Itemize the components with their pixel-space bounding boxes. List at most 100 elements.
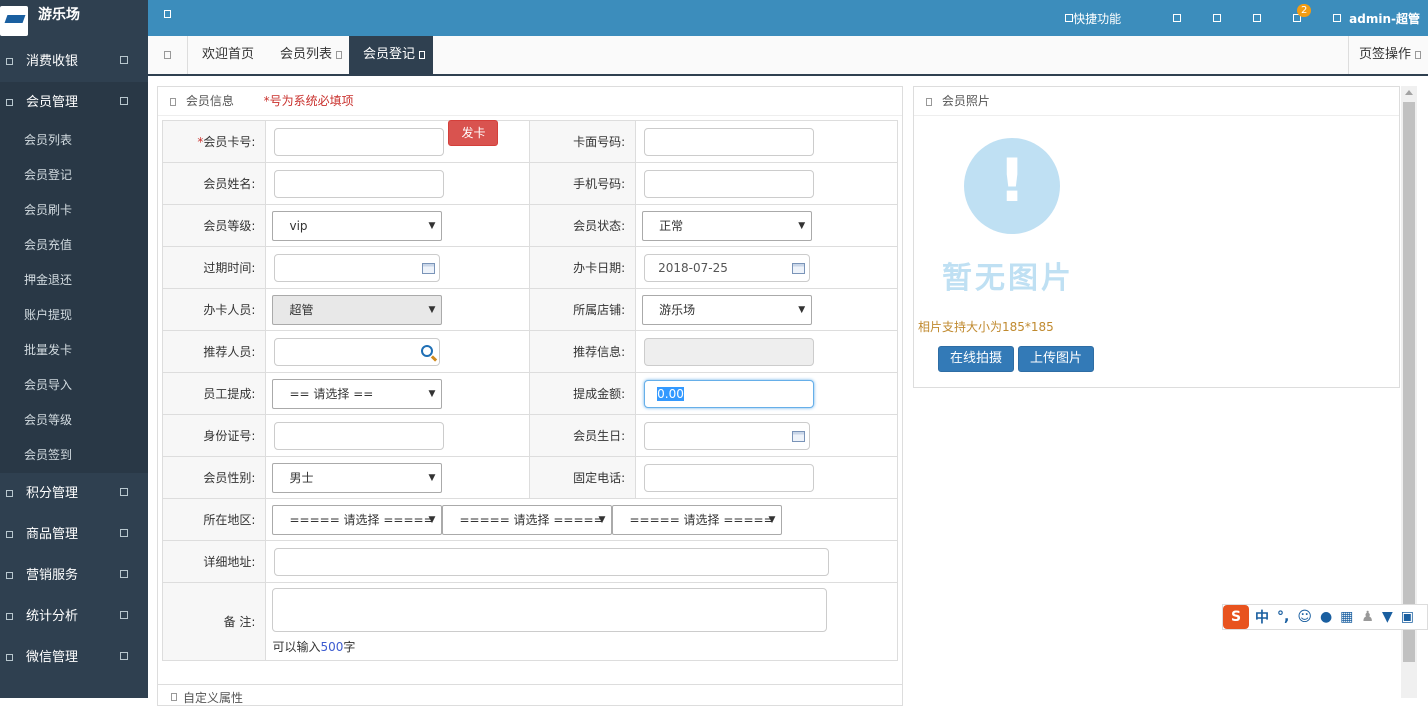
ime-toolbar: S 中 °, ☺ ● ▦ ♟ ▼ ▣ [1222, 604, 1428, 630]
search-icon[interactable] [421, 344, 434, 357]
tab-label: 会员列表 [280, 47, 333, 62]
birthday-label: 会员生日: [529, 414, 637, 457]
sidebar-item-stats[interactable]: 统计分析 [0, 596, 148, 637]
close-icon[interactable] [336, 50, 343, 59]
sidebar-item-label: 会员管理 [26, 95, 79, 110]
tab-member-list[interactable]: 会员列表 [266, 36, 349, 74]
face-no-input[interactable] [644, 127, 815, 156]
submenu-item-member-list[interactable]: 会员列表 [0, 123, 148, 158]
sidebar-item-member-mgmt[interactable]: 会员管理 [0, 82, 148, 123]
status-label: 会员状态: [529, 204, 637, 247]
sidebar-item-wechat[interactable]: 微信管理 [0, 637, 148, 678]
tab-welcome[interactable]: 欢迎首页 [188, 36, 266, 74]
submenu-item-checkin[interactable]: 会员签到 [0, 438, 148, 473]
submenu-item-levels[interactable]: 会员等级 [0, 403, 148, 438]
birthday-input[interactable] [644, 421, 811, 450]
address-input[interactable] [274, 547, 830, 576]
hint-count: 500 [320, 640, 344, 654]
province-select[interactable]: ===== 请选择 ===== [272, 504, 443, 535]
emoji-icon[interactable]: ☺ [1297, 609, 1312, 625]
panel-header: 会员信息 *号为系统必填项 [158, 87, 902, 116]
user-name[interactable]: admin-超管 [1349, 10, 1420, 27]
sidebar-item-marketing[interactable]: 营销服务 [0, 555, 148, 596]
message-icon[interactable] [1213, 14, 1222, 22]
submenu-item-batch-issue[interactable]: 批量发卡 [0, 333, 148, 368]
level-select[interactable]: vip [272, 210, 443, 241]
commission-amount-input[interactable]: 0.00 [644, 379, 815, 408]
backward-icon [164, 51, 171, 59]
district-select[interactable]: ===== 请选择 ===== [612, 504, 783, 535]
scroll-thumb[interactable] [1403, 102, 1415, 662]
gender-label: 会员性别: [161, 456, 267, 499]
tab-member-register[interactable]: 会员登记 [349, 36, 433, 74]
phone-input[interactable] [644, 169, 815, 198]
menu-icon [6, 531, 13, 538]
no-image-placeholder: ! 暂无图片 [934, 133, 1094, 298]
issue-card-button[interactable]: 发卡 [448, 119, 499, 146]
fullscreen-icon[interactable] [1173, 14, 1182, 22]
sidebar-item-cashier[interactable]: 消费收银 [0, 41, 148, 82]
ref-info-label: 推荐信息: [529, 330, 637, 373]
submenu-item-deposit-refund[interactable]: 押金退还 [0, 263, 148, 298]
sidebar-item-label: 统计分析 [26, 609, 79, 624]
menu-toggle-icon[interactable] [164, 10, 171, 18]
lock-icon[interactable] [1253, 14, 1262, 22]
tab-scroll-left[interactable] [148, 36, 188, 74]
commission-amount-label: 提成金额: [529, 372, 637, 415]
submenu-item-withdraw[interactable]: 账户提现 [0, 298, 148, 333]
gender-select[interactable]: 男士 [272, 462, 443, 493]
store-select[interactable]: 游乐场 [642, 294, 813, 325]
upload-photo-button[interactable]: 上传图片 [1018, 346, 1095, 372]
skin-icon[interactable]: ▼ [1382, 609, 1393, 625]
calendar-icon[interactable] [792, 430, 806, 442]
menu-icon [6, 99, 13, 106]
tab-options-label: 页签操作 [1359, 47, 1412, 62]
tab-options[interactable]: 页签操作 [1348, 36, 1428, 74]
custom-attributes-header: 自定义属性 [157, 684, 903, 705]
calendar-icon[interactable] [422, 262, 436, 274]
submenu-item-member-register[interactable]: 会员登记 [0, 158, 148, 193]
status-select[interactable]: 正常 [642, 210, 813, 241]
open-date-input[interactable]: 2018-07-25 [644, 253, 811, 282]
submenu-item-import[interactable]: 会员导入 [0, 368, 148, 403]
grid-icon[interactable]: ▣ [1401, 609, 1414, 625]
card-no-label: *会员卡号: [161, 120, 267, 163]
menu-icon [6, 58, 13, 65]
expire-date-input[interactable] [274, 253, 441, 282]
commission-amount-value: 0.00 [657, 386, 684, 401]
close-icon[interactable] [419, 50, 426, 59]
expand-icon [120, 56, 128, 64]
name-input[interactable] [274, 169, 445, 198]
expire-label: 过期时间: [161, 246, 267, 289]
commission-select[interactable]: == 请选择 == [272, 378, 443, 409]
sogou-icon[interactable]: S [1223, 605, 1249, 629]
name-label: 会员姓名: [161, 162, 267, 205]
submenu-item-card-swipe[interactable]: 会员刷卡 [0, 193, 148, 228]
user-icon[interactable]: ♟ [1361, 609, 1374, 625]
user-icon [1333, 14, 1342, 22]
remark-textarea[interactable] [272, 588, 828, 632]
microphone-icon[interactable]: ● [1320, 609, 1332, 625]
logo-text: 游乐场 [38, 7, 80, 23]
id-card-input[interactable] [274, 421, 445, 450]
capture-photo-button[interactable]: 在线拍摄 [938, 346, 1015, 372]
referrer-input[interactable] [274, 337, 441, 366]
city-select[interactable]: ===== 请选择 ===== [442, 504, 613, 535]
panel-header: 会员照片 [914, 87, 1399, 116]
ime-lang[interactable]: 中 [1255, 607, 1269, 627]
expand-icon [120, 570, 128, 578]
ime-punctuation[interactable]: °, [1277, 609, 1289, 625]
keyboard-icon[interactable]: ▦ [1340, 609, 1353, 625]
card-no-input[interactable] [274, 127, 445, 156]
collapse-icon [120, 97, 128, 105]
sidebar-item-points[interactable]: 积分管理 [0, 473, 148, 514]
required-note: *号为系统必填项 [263, 94, 354, 108]
tel-input[interactable] [644, 463, 815, 492]
menu-icon [6, 654, 13, 661]
sidebar-item-goods[interactable]: 商品管理 [0, 514, 148, 555]
hint-text: 字 [343, 640, 356, 654]
submenu-item-recharge[interactable]: 会员充值 [0, 228, 148, 263]
scroll-up-icon[interactable] [1405, 90, 1413, 95]
quick-functions-link[interactable]: 快捷功能 [1073, 10, 1121, 27]
calendar-icon[interactable] [792, 262, 806, 274]
